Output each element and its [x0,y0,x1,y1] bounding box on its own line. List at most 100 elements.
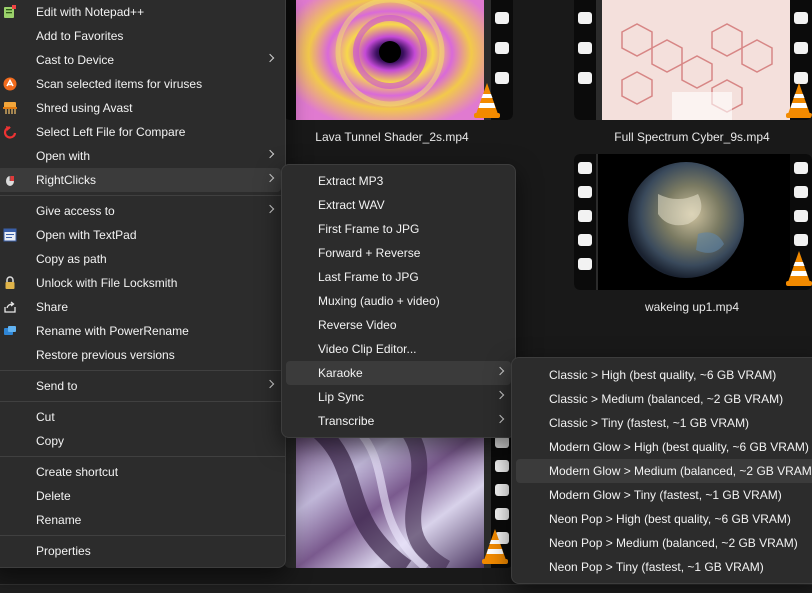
menu-item-label: Forward + Reverse [318,246,421,260]
submenu-arrow-icon [495,366,505,376]
menu-item-properties[interactable]: Properties [0,539,281,563]
submenu-item-muxing[interactable]: Muxing (audio + video) [286,289,511,313]
submenu-item-reverse-video[interactable]: Reverse Video [286,313,511,337]
menu-item-select-left-file-for-compare[interactable]: Select Left File for Compare [0,120,281,144]
menu-item-shred-using-avast[interactable]: Shred using Avast [0,96,281,120]
menu-item-copy-as-path[interactable]: Copy as path [0,247,281,271]
menu-item-label: Cast to Device [36,53,115,67]
menu-item-label: Copy as path [36,252,107,266]
menu-item-give-access-to[interactable]: Give access to [0,199,281,223]
menu-item-label: Delete [36,489,71,503]
menu-item-copy[interactable]: Copy [0,429,281,453]
submenu-arrow-icon [265,204,275,214]
vlc-cone-icon [482,529,508,564]
menu-item-label: RightClicks [36,173,97,187]
menu-item-label: Extract WAV [318,198,385,212]
menu-item-unlock-with-file-locksmith[interactable]: Unlock with File Locksmith [0,271,281,295]
submenu-item-extract-mp3[interactable]: Extract MP3 [286,169,511,193]
file-thumbnail-lava-tunnel[interactable] [284,0,513,120]
menu-item-cast-to-device[interactable]: Cast to Device [0,48,281,72]
menu-item-delete[interactable]: Delete [0,484,281,508]
filmstrip-left [574,154,596,290]
menu-item-label: Shred using Avast [36,101,133,115]
submenu-arrow-icon [495,414,505,424]
menu-item-edit-with-notepad[interactable]: Edit with Notepad++ [0,0,281,24]
share-icon [0,295,23,319]
menu-item-add-to-favorites[interactable]: Add to Favorites [0,24,281,48]
submenu-arrow-icon [265,379,275,389]
rightclicks-submenu: Extract MP3 Extract WAV First Frame to J… [281,164,516,438]
submenu-item-video-clip-editor[interactable]: Video Clip Editor... [286,337,511,361]
karaoke-modern-glow-tiny[interactable]: Modern Glow > Tiny (fastest, ~1 GB VRAM) [516,483,812,507]
menu-item-label: Modern Glow > Tiny (fastest, ~1 GB VRAM) [549,488,782,502]
menu-item-label: Scan selected items for viruses [36,77,203,91]
menu-item-label: Add to Favorites [36,29,124,43]
menu-item-label: Open with [36,149,91,163]
menu-item-label: Neon Pop > High (best quality, ~6 GB VRA… [549,512,791,526]
menu-item-label: Select Left File for Compare [36,125,186,139]
menu-item-restore-previous-versions[interactable]: Restore previous versions [0,343,281,367]
karaoke-classic-high[interactable]: Classic > High (best quality, ~6 GB VRAM… [516,363,812,387]
menu-item-cut[interactable]: Cut [0,405,281,429]
menu-separator [0,370,285,371]
submenu-item-transcribe[interactable]: Transcribe [286,409,511,433]
file-thumbnail-glass[interactable] [284,428,513,568]
menu-item-open-with-textpad[interactable]: Open with TextPad [0,223,281,247]
menu-item-label: Unlock with File Locksmith [36,276,178,290]
vlc-cone-icon [786,251,812,286]
menu-item-label: Last Frame to JPG [318,270,419,284]
menu-separator [0,195,285,196]
submenu-item-extract-wav[interactable]: Extract WAV [286,193,511,217]
menu-item-label: Neon Pop > Medium (balanced, ~2 GB VRAM) [549,536,798,550]
karaoke-neon-pop-tiny[interactable]: Neon Pop > Tiny (fastest, ~1 GB VRAM) [516,555,812,579]
context-menu: Edit with Notepad++ Add to Favorites Cas… [0,0,286,568]
karaoke-classic-tiny[interactable]: Classic > Tiny (fastest, ~1 GB VRAM) [516,411,812,435]
cyber-preview-image [602,0,792,120]
menu-item-label: Lip Sync [318,390,365,404]
avast-scan-icon [0,72,23,96]
menu-item-scan-for-viruses[interactable]: Scan selected items for viruses [0,72,281,96]
menu-item-label: Extract MP3 [318,174,384,188]
file-thumbnail-wakeing-up[interactable] [574,154,812,290]
vlc-cone-icon [786,83,812,118]
menu-item-label: First Frame to JPG [318,222,420,236]
menu-item-label: Give access to [36,204,115,218]
submenu-item-karaoke[interactable]: Karaoke [286,361,511,385]
menu-item-rightclicks[interactable]: RightClicks [0,168,281,192]
karaoke-classic-medium[interactable]: Classic > Medium (balanced, ~2 GB VRAM) [516,387,812,411]
karaoke-modern-glow-medium[interactable]: Modern Glow > Medium (balanced, ~2 GB VR… [516,459,812,483]
menu-separator [0,535,285,536]
menu-item-label: Transcribe [318,414,375,428]
submenu-item-lip-sync[interactable]: Lip Sync [286,385,511,409]
menu-item-share[interactable]: Share [0,295,281,319]
menu-item-label: Send to [36,379,78,393]
menu-item-open-with[interactable]: Open with [0,144,281,168]
menu-item-send-to[interactable]: Send to [0,374,281,398]
menu-item-create-shortcut[interactable]: Create shortcut [0,460,281,484]
menu-item-rename-with-powerrename[interactable]: Rename with PowerRename [0,319,281,343]
karaoke-modern-glow-high[interactable]: Modern Glow > High (best quality, ~6 GB … [516,435,812,459]
menu-item-label: Karaoke [318,366,363,380]
karaoke-neon-pop-high[interactable]: Neon Pop > High (best quality, ~6 GB VRA… [516,507,812,531]
submenu-item-last-frame-to-jpg[interactable]: Last Frame to JPG [286,265,511,289]
submenu-item-forward-reverse[interactable]: Forward + Reverse [286,241,511,265]
menu-item-label: Create shortcut [36,465,119,479]
submenu-arrow-icon [265,149,275,159]
glass-preview-image [296,428,484,568]
file-thumbnail-full-spectrum-cyber[interactable] [574,0,812,120]
lava-tunnel-preview-image [296,0,484,120]
file-name-label: Lava Tunnel Shader_2s.mp4 [315,130,469,144]
menu-item-label: Neon Pop > Tiny (fastest, ~1 GB VRAM) [549,560,764,574]
menu-item-label: Modern Glow > Medium (balanced, ~2 GB VR… [549,464,812,478]
menu-item-label: Cut [36,410,55,424]
status-bar [0,584,812,593]
karaoke-neon-pop-medium[interactable]: Neon Pop > Medium (balanced, ~2 GB VRAM) [516,531,812,555]
menu-item-label: Classic > Tiny (fastest, ~1 GB VRAM) [549,416,750,430]
menu-item-label: Copy [36,434,65,448]
karaoke-submenu: Classic > High (best quality, ~6 GB VRAM… [511,357,812,584]
notepad-plus-plus-icon [0,0,23,24]
submenu-item-first-frame-to-jpg[interactable]: First Frame to JPG [286,217,511,241]
menu-item-rename[interactable]: Rename [0,508,281,532]
powerrename-icon [0,319,23,343]
menu-item-label: Share [36,300,69,314]
